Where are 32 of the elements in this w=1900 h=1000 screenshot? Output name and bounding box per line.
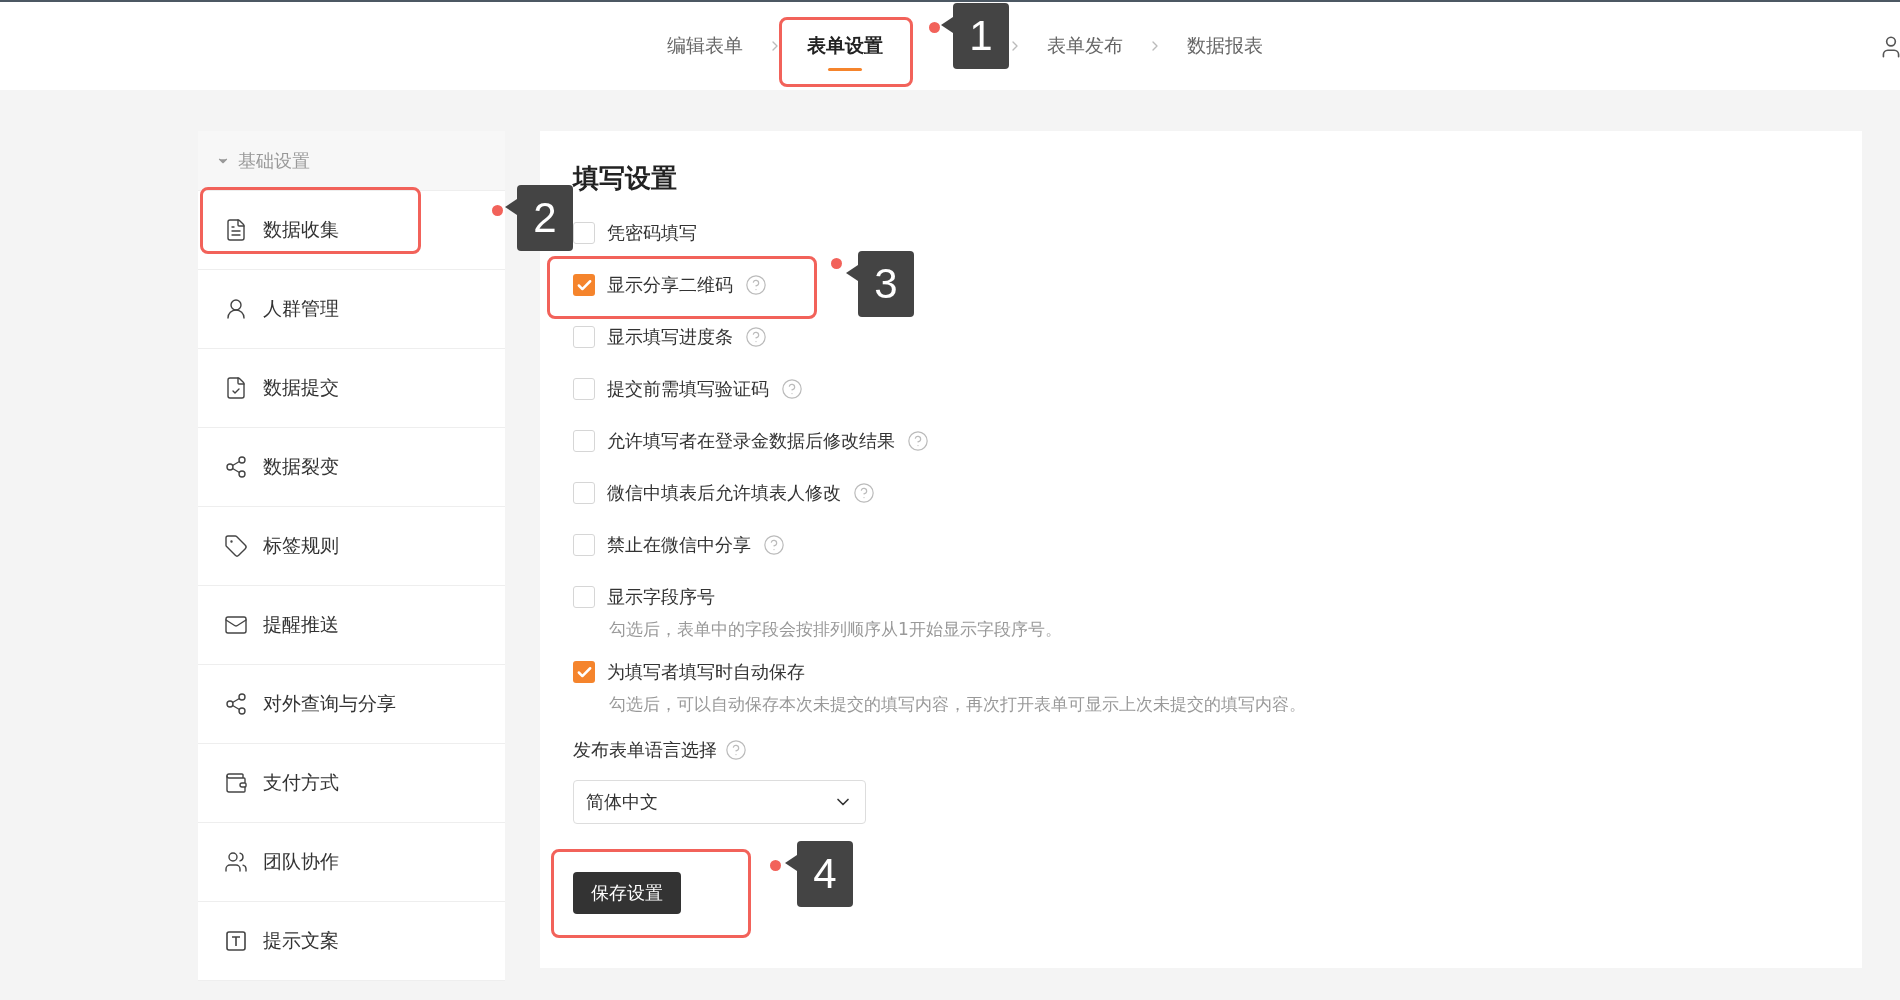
callout-number: 2 [505, 185, 573, 251]
sidebar-item[interactable]: 团队协作 [198, 823, 505, 902]
option-label: 为填写者填写时自动保存 [607, 660, 805, 684]
option-label: 显示字段序号 [607, 585, 715, 609]
step-tab[interactable]: 表单发布 [1037, 19, 1133, 73]
sidebar-item[interactable]: 支付方式 [198, 744, 505, 823]
sidebar-item[interactable]: 人群管理 [198, 270, 505, 349]
field-label: 发布表单语言选择 [573, 738, 717, 762]
sidebar-item[interactable]: 对外查询与分享 [198, 665, 505, 744]
option-label: 凭密码填写 [607, 221, 697, 245]
sidebar-item[interactable]: 标签规则 [198, 507, 505, 586]
option-label: 允许填写者在登录金数据后修改结果 [607, 429, 895, 453]
sidebar-item[interactable]: 提醒推送 [198, 586, 505, 665]
option-label: 禁止在微信中分享 [607, 533, 751, 557]
option-hint: 勾选后，可以自动保存本次未提交的填写内容，再次打开表单可显示上次未提交的填写内容。 [609, 693, 1307, 716]
language-select[interactable]: 简体中文 [573, 780, 866, 824]
sidebar-item[interactable]: 数据提交 [198, 349, 505, 428]
option-label: 显示填写进度条 [607, 325, 733, 349]
callout-number: 3 [846, 251, 914, 317]
option-hint: 勾选后，表单中的字段会按排列顺序从1开始显示字段序号。 [609, 618, 1063, 641]
callout-number: 1 [941, 3, 1009, 69]
step-tab[interactable]: 编辑表单 [657, 19, 753, 73]
sidebar-item[interactable]: 提示文案 [198, 902, 505, 981]
option-label: 显示分享二维码 [607, 273, 733, 297]
section-title: 填写设置 [573, 162, 678, 195]
step-tab[interactable]: 表单设置 [797, 19, 893, 73]
option-label: 微信中填表后允许填表人修改 [607, 481, 841, 505]
option-label: 提交前需填写验证码 [607, 377, 769, 401]
callout-number: 4 [785, 841, 853, 907]
step-tab[interactable]: 数据报表 [1177, 19, 1273, 73]
sidebar-item[interactable]: 数据裂变 [198, 428, 505, 507]
save-button[interactable]: 保存设置 [573, 872, 681, 914]
